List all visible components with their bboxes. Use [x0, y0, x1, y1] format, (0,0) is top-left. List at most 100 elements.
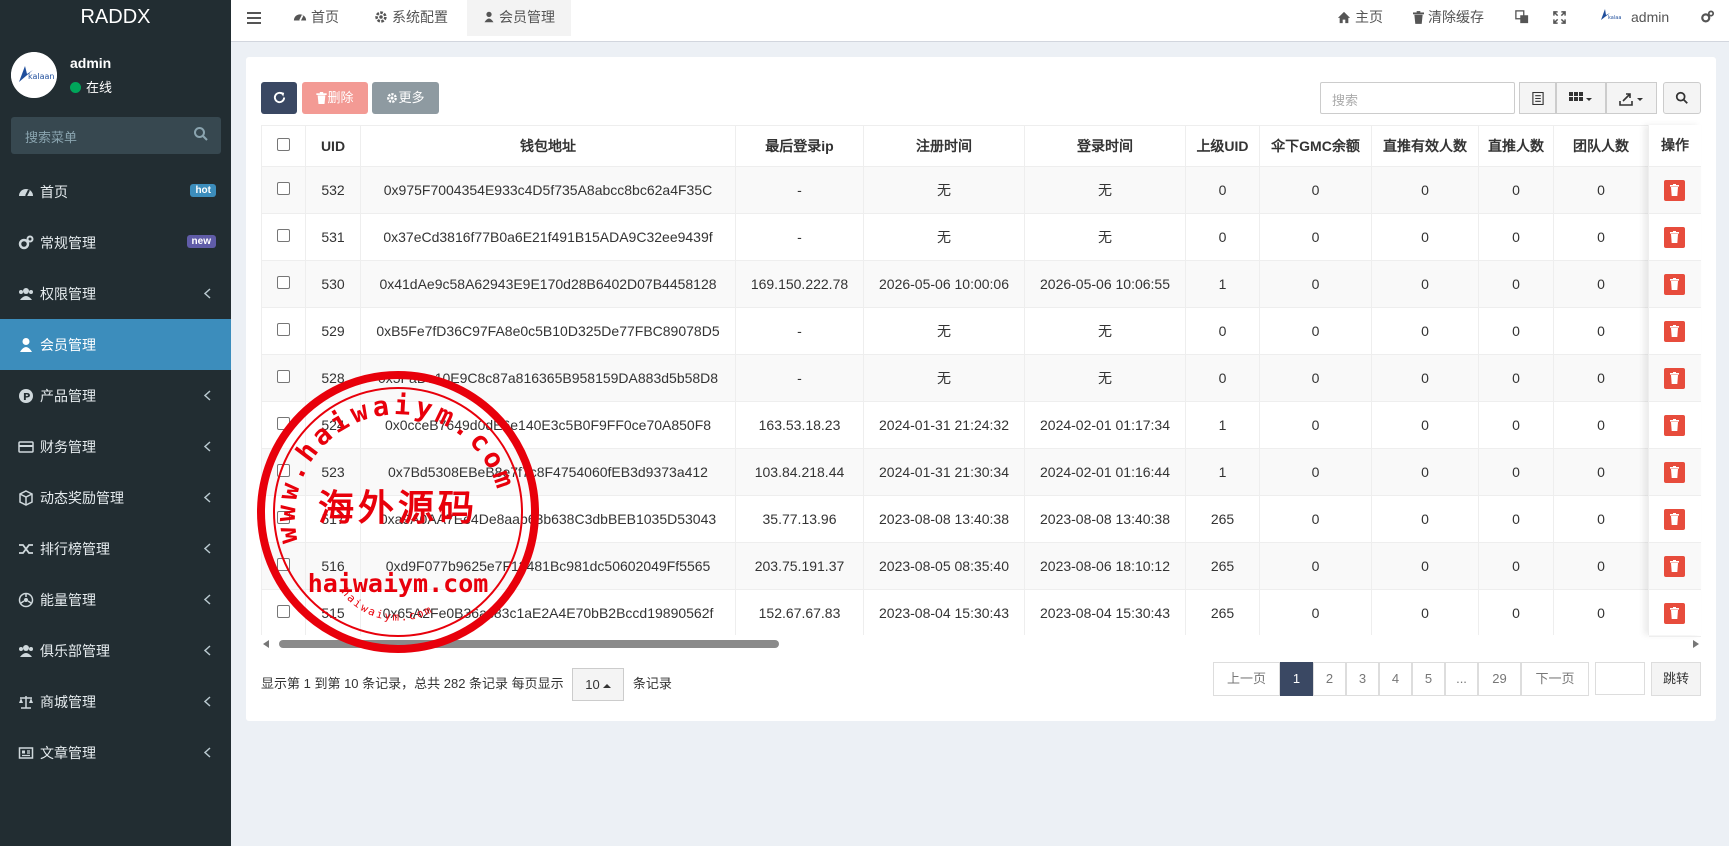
row-delete-button[interactable] — [1664, 415, 1685, 436]
table-cell: 0 — [1259, 307, 1372, 355]
row-delete-button[interactable] — [1664, 556, 1685, 577]
table-row[interactable]: 517 0xa9A0AA7Ee4De8aab63b638C3dbBEB1035D5… — [261, 495, 1701, 543]
column-header[interactable]: 直推有效人数 — [1371, 125, 1479, 167]
delete-button[interactable]: 删除 — [302, 82, 368, 114]
row-checkbox[interactable] — [277, 276, 290, 289]
export-dropdown-button[interactable] — [1606, 82, 1657, 114]
column-header[interactable]: 团队人数 — [1553, 125, 1649, 167]
sidebar-item-leaderboard[interactable]: 排行榜管理 — [0, 523, 231, 574]
page-button[interactable]: 1 — [1280, 662, 1313, 696]
table-row[interactable]: 528 0x5FaDe10E9C8c87a816365B958159DA883d5… — [261, 354, 1701, 402]
table-row[interactable]: 529 0xB5Fe7fD36C97FA8e0c5B10D325De77FBC89… — [261, 307, 1701, 355]
row-delete-button[interactable] — [1664, 180, 1685, 201]
column-header[interactable]: 注册时间 — [863, 125, 1025, 167]
sidebar-item-energy[interactable]: 能量管理 — [0, 574, 231, 625]
pagination-info-suffix: 条记录 — [632, 675, 672, 691]
table-row[interactable]: 523 0x7Bd5308EBeB8e7f7c8F4754060fEB3d9373… — [261, 448, 1701, 496]
sidebar-item-products[interactable]: P 产品管理 — [0, 370, 231, 421]
tab-members[interactable]: 会员管理 — [467, 0, 571, 36]
clear-cache-button[interactable]: 清除缓存 — [1413, 0, 1484, 36]
sidebar-toggle-button[interactable] — [247, 0, 267, 36]
tab-label: 首页 — [311, 9, 339, 25]
table-cell: 2023-08-06 18:10:12 — [1024, 542, 1186, 590]
row-delete-button[interactable] — [1664, 368, 1685, 389]
sidebar-item-finance[interactable]: 财务管理 — [0, 421, 231, 472]
row-checkbox[interactable] — [277, 323, 290, 336]
horizontal-scrollbar[interactable] — [261, 636, 1701, 652]
advanced-search-button[interactable] — [1663, 82, 1701, 114]
row-checkbox[interactable] — [277, 417, 290, 430]
sidebar-item-clubs[interactable]: 俱乐部管理 — [0, 625, 231, 676]
table-row[interactable]: 516 0xd9F077b9625e7F12481Bc981dc50602049F… — [261, 542, 1701, 590]
table-cell: 0 — [1185, 307, 1260, 355]
sidebar-item-dynamic-rewards[interactable]: 动态奖励管理 — [0, 472, 231, 523]
sidebar-item-mall[interactable]: 商城管理 — [0, 676, 231, 727]
table-cell: 0 — [1259, 260, 1372, 308]
fullscreen-button[interactable] — [1553, 0, 1570, 36]
menu-search-input[interactable]: 搜索菜单 — [11, 117, 221, 154]
more-button[interactable]: 更多 — [372, 82, 439, 114]
row-delete-button[interactable] — [1664, 274, 1685, 295]
table-cell: 103.84.218.44 — [735, 448, 864, 496]
column-header[interactable]: UID — [305, 125, 361, 167]
row-select-cell — [261, 213, 306, 261]
row-delete-button[interactable] — [1664, 321, 1685, 342]
table-search-input[interactable]: 搜索 — [1320, 82, 1515, 114]
row-checkbox[interactable] — [277, 558, 290, 571]
jump-page-input[interactable] — [1595, 662, 1645, 695]
table-row[interactable]: 532 0x975F7004354E933c4D5f735A8abcc8bc62a… — [261, 166, 1701, 214]
row-delete-button[interactable] — [1664, 509, 1685, 530]
page-button[interactable]: 3 — [1346, 662, 1379, 696]
row-delete-button[interactable] — [1664, 462, 1685, 483]
select-all-checkbox[interactable] — [277, 138, 290, 151]
row-checkbox[interactable] — [277, 511, 290, 524]
page-button[interactable]: 29 — [1478, 662, 1521, 696]
row-checkbox[interactable] — [277, 605, 290, 618]
table-row[interactable]: 515 0x65A2Fe0B36ac83c1aE2A4E70bB2Bccd1989… — [261, 589, 1701, 635]
prev-page-button[interactable]: 上一页 — [1213, 662, 1280, 696]
page-button[interactable]: 4 — [1379, 662, 1412, 696]
refresh-button[interactable] — [261, 82, 297, 114]
toggle-view-button[interactable] — [1519, 82, 1556, 114]
search-icon[interactable] — [193, 126, 209, 142]
page-size-select[interactable]: 10 — [572, 668, 625, 701]
page-button[interactable]: 2 — [1313, 662, 1346, 696]
row-select-cell — [261, 401, 306, 449]
settings-button[interactable] — [1700, 0, 1719, 36]
user-panel: kalaan admin 在线 — [0, 36, 231, 98]
table-row[interactable]: 531 0x37eCd3816f77B0a6E21f491B15ADA9C32ee… — [261, 213, 1701, 261]
sidebar-item-general[interactable]: 常规管理 new — [0, 217, 231, 268]
row-checkbox[interactable] — [277, 182, 290, 195]
column-header[interactable]: 直推人数 — [1478, 125, 1554, 167]
jump-button[interactable]: 跳转 — [1651, 662, 1701, 696]
home-link[interactable]: 主页 — [1337, 0, 1383, 36]
sidebar-item-members[interactable]: 会员管理 — [0, 319, 231, 370]
tab-home[interactable]: 首页 — [293, 0, 339, 36]
operation-cell — [1649, 261, 1701, 308]
admin-user-menu[interactable]: kalaan admin — [1599, 0, 1669, 36]
sidebar-item-articles[interactable]: 文章管理 — [0, 727, 231, 778]
row-checkbox[interactable] — [277, 229, 290, 242]
sidebar-item-home[interactable]: 首页 hot — [0, 166, 231, 217]
column-header[interactable]: 上级UID — [1185, 125, 1260, 167]
row-delete-button[interactable] — [1664, 603, 1685, 624]
row-checkbox[interactable] — [277, 370, 290, 383]
table-row[interactable]: 524 0x0cceB7649d0dE6e140E3c5B0F9FF0ce70A8… — [261, 401, 1701, 449]
table-row[interactable]: 530 0x41dAe9c58A62943E9E170d28B6402D07B44… — [261, 260, 1701, 308]
row-delete-button[interactable] — [1664, 227, 1685, 248]
column-header[interactable]: 登录时间 — [1024, 125, 1186, 167]
row-checkbox[interactable] — [277, 464, 290, 477]
table-cell: 0 — [1478, 589, 1554, 635]
page-button[interactable]: 5 — [1412, 662, 1445, 696]
column-header[interactable]: 伞下GMC余额 — [1259, 125, 1372, 167]
column-header[interactable]: 钱包地址 — [360, 125, 736, 167]
brand-logo-text[interactable]: RADDX — [0, 0, 231, 36]
tab-system-config[interactable]: 系统配置 — [374, 0, 448, 36]
table-cell: 0 — [1259, 542, 1372, 590]
next-page-button[interactable]: 下一页 — [1521, 662, 1589, 696]
column-header[interactable]: 最后登录ip — [735, 125, 864, 167]
sidebar-item-permissions[interactable]: 权限管理 — [0, 268, 231, 319]
table-cell: 0x7Bd5308EBeB8e7f7c8F4754060fEB3d9373a41… — [360, 448, 736, 496]
columns-dropdown-button[interactable] — [1556, 82, 1606, 114]
translate-button[interactable] — [1515, 0, 1533, 36]
